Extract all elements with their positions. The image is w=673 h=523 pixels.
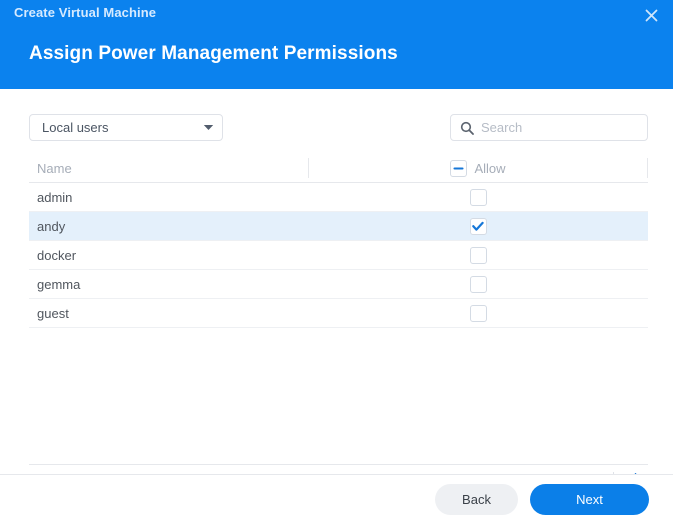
- row-allow-cell: [308, 304, 648, 322]
- search-icon: [460, 121, 474, 135]
- dialog-footer: Back Next: [0, 474, 673, 523]
- table-row[interactable]: guest: [29, 299, 648, 328]
- dialog-header: Create Virtual Machine Assign Power Mana…: [0, 0, 673, 89]
- row-name: admin: [37, 189, 73, 205]
- page-title: Assign Power Management Permissions: [29, 43, 398, 64]
- select-all-checkbox[interactable]: [450, 159, 468, 177]
- row-allow-cell: [308, 217, 648, 235]
- next-button[interactable]: Next: [530, 483, 649, 515]
- column-divider: [647, 158, 648, 178]
- back-button[interactable]: Back: [435, 483, 518, 515]
- permissions-table: Name Allow admin andy docker gemma guest: [29, 154, 648, 328]
- column-header-name[interactable]: Name: [29, 161, 308, 176]
- toolbar: Local users: [29, 114, 657, 141]
- allow-checkbox[interactable]: [469, 217, 487, 235]
- allow-checkbox[interactable]: [469, 304, 487, 322]
- column-header-allow-label: Allow: [474, 160, 506, 176]
- row-allow-cell: [308, 188, 648, 206]
- table-row[interactable]: gemma: [29, 270, 648, 299]
- row-name: docker: [37, 247, 77, 263]
- row-name: guest: [37, 305, 69, 321]
- search-box[interactable]: [450, 114, 657, 141]
- window-title: Create Virtual Machine: [14, 5, 157, 20]
- close-icon[interactable]: [640, 4, 662, 26]
- create-virtual-machine-dialog: Create Virtual Machine Assign Power Mana…: [0, 0, 673, 523]
- row-allow-cell: [308, 275, 648, 293]
- column-header-allow: Allow: [308, 159, 648, 177]
- table-header-row: Name Allow: [29, 154, 648, 183]
- search-input[interactable]: [481, 120, 657, 135]
- table-row[interactable]: admin: [29, 183, 648, 212]
- column-divider: [308, 158, 309, 178]
- allow-checkbox[interactable]: [469, 188, 487, 206]
- allow-checkbox[interactable]: [469, 275, 487, 293]
- table-row[interactable]: docker: [29, 241, 648, 270]
- allow-checkbox[interactable]: [469, 246, 487, 264]
- scope-select[interactable]: Local users: [29, 114, 223, 141]
- chevron-down-icon: [203, 124, 214, 131]
- row-allow-cell: [308, 246, 648, 264]
- dialog-body: Local users Name: [0, 89, 673, 497]
- row-name: gemma: [37, 276, 81, 292]
- row-name: andy: [37, 218, 66, 234]
- table-row[interactable]: andy: [29, 212, 648, 241]
- scope-select-value: Local users: [42, 120, 109, 135]
